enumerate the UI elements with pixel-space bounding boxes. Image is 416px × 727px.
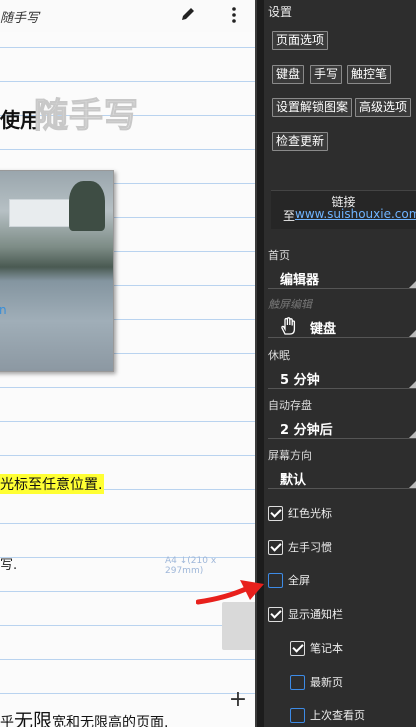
- show-notification-bar-label: 显示通知栏: [288, 608, 343, 621]
- hand-icon: [281, 317, 296, 335]
- left-hand-label: 左手习惯: [288, 541, 332, 554]
- app-logo-watermark: 随手写: [34, 96, 139, 137]
- more-vert-icon[interactable]: [229, 6, 239, 24]
- drawer-handle[interactable]: [222, 602, 255, 650]
- photo-tree: [69, 181, 105, 231]
- select-underline: [268, 388, 416, 389]
- autosave-label: 自动存盘: [268, 399, 312, 412]
- note-text-bottom: 乎无限宽和无限高的页面.: [0, 706, 168, 727]
- latest-page-label: 最新页: [310, 676, 343, 689]
- editor-toolbar: 随手写: [0, 0, 255, 32]
- advanced-options-button[interactable]: 高级选项: [355, 98, 412, 117]
- autosave-value: 2 分钟后: [280, 423, 333, 438]
- editor-canvas[interactable]: 随手写 使用 随手写 n 光标至任意位置. 写. A4 ↓(210 x 297m…: [0, 0, 255, 727]
- bottom-text-pre: 乎: [0, 715, 14, 727]
- checkbox-checked-icon: [268, 540, 283, 555]
- sleep-label: 休眠: [268, 349, 290, 362]
- settings-panel: 设置 页面选项 键盘 手写 触控笔 设置解锁图案 高级选项 检查更新 链接 至 …: [264, 0, 416, 727]
- fullscreen-label: 全屏: [288, 574, 310, 587]
- orientation-label: 屏幕方向: [268, 449, 312, 462]
- home-label: 首页: [268, 249, 290, 262]
- bottom-text-post: 宽和无限高的页面.: [52, 715, 169, 727]
- check-update-button[interactable]: 检查更新: [272, 132, 329, 151]
- select-underline: [268, 288, 416, 289]
- touch-edit-select[interactable]: 键盘: [268, 316, 416, 338]
- page-options-button[interactable]: 页面选项: [272, 31, 329, 50]
- red-arrow-annotation: [196, 580, 264, 605]
- checkbox-checked-icon: [268, 506, 283, 521]
- sleep-select[interactable]: 5 分钟: [268, 367, 416, 389]
- website-link-box[interactable]: 链接 至 www.suishouxie.com: [271, 190, 416, 229]
- touchpad-button[interactable]: 触控笔: [347, 65, 392, 84]
- bottom-text-big: 无限: [14, 710, 53, 727]
- orientation-value: 默认: [280, 473, 307, 488]
- link-prefix: 至: [283, 209, 296, 223]
- last-viewed-page-label: 上次查看页: [310, 709, 365, 722]
- highlighted-text: 光标至任意位置.: [0, 474, 105, 494]
- select-underline: [268, 337, 416, 338]
- pencil-icon[interactable]: [180, 6, 196, 22]
- home-select[interactable]: 编辑器: [268, 267, 416, 289]
- photo-house: [9, 199, 71, 227]
- a4-page-marker: A4 ↓(210 x 297mm): [165, 556, 217, 576]
- select-underline: [268, 438, 416, 439]
- notebook-label: 笔记本: [310, 642, 343, 655]
- photo-caption: n: [0, 303, 7, 317]
- autosave-select[interactable]: 2 分钟后: [268, 417, 416, 439]
- note-text-hand: 写.: [0, 558, 18, 573]
- panel-divider-edge: [255, 0, 257, 727]
- home-value: 编辑器: [280, 273, 320, 288]
- checkbox-checked-icon: [268, 607, 283, 622]
- touch-edit-label: 触屏编辑: [268, 298, 312, 311]
- checkbox-unchecked-icon: [290, 675, 305, 690]
- checkbox-checked-icon: [290, 641, 305, 656]
- add-icon[interactable]: +: [228, 689, 248, 711]
- website-link[interactable]: www.suishouxie.com: [295, 207, 416, 221]
- unlock-pattern-button[interactable]: 设置解锁图案: [272, 98, 353, 117]
- red-cursor-label: 红色光标: [288, 507, 332, 520]
- keyboard-button[interactable]: 键盘: [272, 65, 305, 84]
- app-title: 随手写: [0, 11, 40, 26]
- orientation-select[interactable]: 默认: [268, 467, 416, 489]
- handwrite-button[interactable]: 手写: [310, 65, 343, 84]
- select-underline: [268, 488, 416, 489]
- settings-title: 设置: [268, 5, 293, 19]
- checkbox-unchecked-icon: [290, 708, 305, 723]
- sleep-value: 5 分钟: [280, 373, 320, 388]
- checkbox-unchecked-icon: [268, 573, 283, 588]
- note-photo[interactable]: n: [0, 170, 114, 372]
- touch-edit-value: 键盘: [310, 322, 337, 337]
